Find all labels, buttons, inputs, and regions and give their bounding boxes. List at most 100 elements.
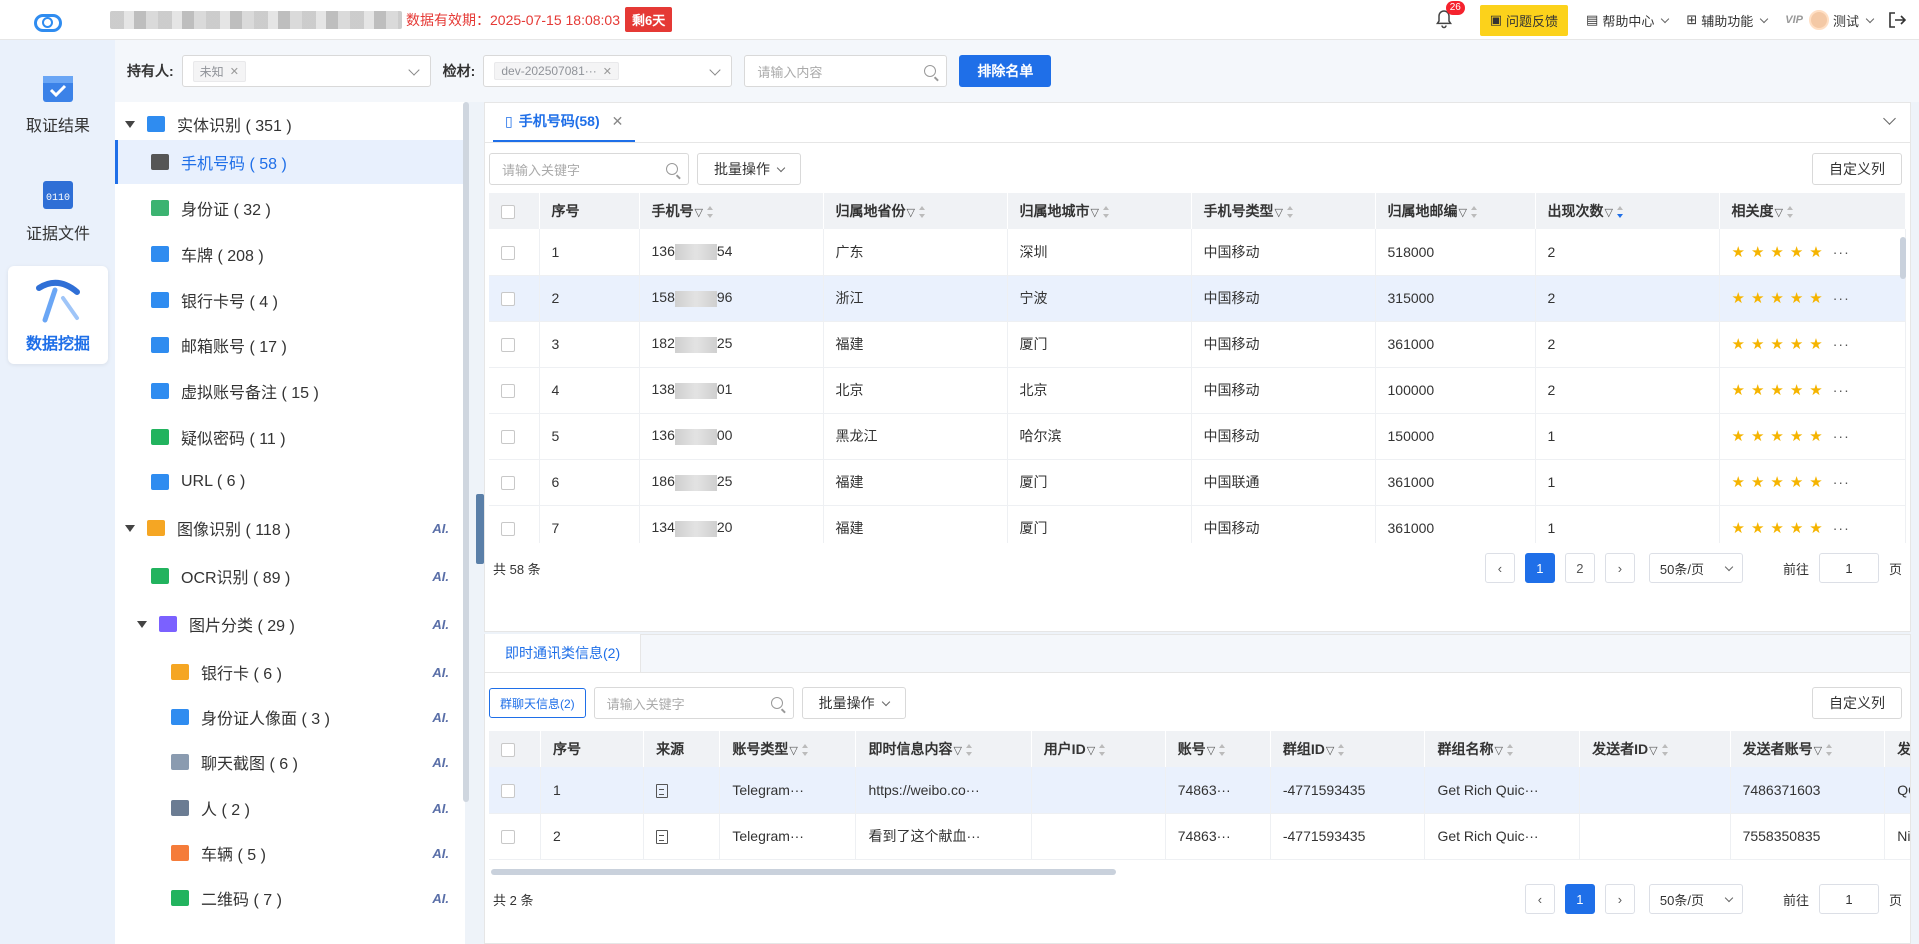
col-phone-type[interactable]: 手机号类型▽: [1191, 193, 1376, 229]
im-batch-operation-button[interactable]: 批量操作: [801, 687, 906, 719]
table-vertical-scrollbar[interactable]: [1900, 237, 1906, 279]
select-all-checkbox[interactable]: [489, 193, 540, 229]
tree-node[interactable]: 图片分类 ( 29 ) AI.: [115, 602, 465, 646]
col-phone[interactable]: 手机号▽: [639, 193, 824, 229]
page-size-select[interactable]: 50条/页: [1648, 553, 1743, 583]
col-account-type[interactable]: 账号类型▽: [719, 731, 857, 767]
more-icon[interactable]: ···: [1833, 474, 1850, 490]
search-icon[interactable]: [924, 65, 937, 77]
group-chat-button[interactable]: 群聊天信息(2): [489, 688, 586, 718]
col-account[interactable]: 账号▽: [1165, 731, 1271, 767]
feedback-button[interactable]: ▣ 问题反馈: [1479, 4, 1569, 36]
prev-page-button[interactable]: ‹: [1524, 884, 1555, 914]
row-checkbox[interactable]: [489, 275, 540, 322]
nav-data-mining[interactable]: 数据挖掘: [8, 266, 108, 364]
tree-node[interactable]: 邮箱账号 ( 17 ): [115, 323, 465, 367]
row-checkbox[interactable]: [489, 229, 540, 276]
batch-operation-button[interactable]: 批量操作: [697, 153, 801, 185]
tree-node[interactable]: 银行卡号 ( 4 ): [115, 278, 465, 322]
material-select[interactable]: dev-202507081··· ✕: [483, 55, 733, 87]
row-checkbox[interactable]: [489, 413, 540, 460]
tree-node[interactable]: 车牌 ( 208 ): [115, 232, 465, 276]
close-icon[interactable]: ✕: [612, 113, 624, 130]
tab-instant-messaging[interactable]: 即时通讯类信息(2): [485, 634, 642, 672]
col-city[interactable]: 归属地城市▽: [1007, 193, 1192, 229]
im-keyword-search-input[interactable]: 请输入关键字: [593, 687, 794, 719]
chevron-down-icon[interactable]: [1883, 112, 1896, 125]
col-sender-nick[interactable]: 发送者昵: [1884, 731, 1910, 767]
help-center-menu[interactable]: ▤ 帮助中心: [1586, 11, 1670, 30]
cell-source[interactable]: [643, 767, 721, 814]
tree-node[interactable]: 人 ( 2 ) AI.: [115, 786, 465, 830]
panel-splitter-handle[interactable]: [476, 494, 484, 564]
row-checkbox[interactable]: [489, 813, 542, 860]
table-row[interactable]: 5 136 00 黑龙江 哈尔滨 中国移动 150000 1 ★★★★★ ···: [489, 413, 1906, 460]
custom-columns-button[interactable]: 自定义列: [1812, 153, 1902, 185]
tree-node[interactable]: 图像识别 ( 118 ) AI.: [115, 506, 465, 550]
page-2-button[interactable]: 2: [1564, 553, 1595, 583]
page-size-select[interactable]: 50条/页: [1648, 884, 1743, 914]
tree-node[interactable]: 疑似密码 ( 11 ): [115, 415, 465, 459]
tree-node[interactable]: 银行卡 ( 6 ) AI.: [115, 650, 465, 694]
table-row[interactable]: 6 186 25 福建 厦门 中国联通 361000 1 ★★★★★ ···: [489, 459, 1906, 506]
cell-source[interactable]: [643, 813, 721, 860]
close-icon[interactable]: ✕: [603, 65, 612, 78]
tree-node[interactable]: 虚拟账号备注 ( 15 ): [115, 369, 465, 413]
next-page-button[interactable]: ›: [1604, 884, 1635, 914]
more-icon[interactable]: ···: [1833, 336, 1850, 352]
im-custom-columns-button[interactable]: 自定义列: [1812, 687, 1902, 719]
col-relevance[interactable]: 相关度▽: [1719, 193, 1906, 229]
row-checkbox[interactable]: [489, 505, 540, 543]
table-row[interactable]: 2 Telegram··· 看到了这个献血··· 74863··· -477159343…: [489, 813, 1910, 860]
tree-node[interactable]: OCR识别 ( 89 ) AI.: [115, 554, 465, 598]
assist-menu[interactable]: ⊞ 辅助功能: [1686, 11, 1769, 30]
holder-select[interactable]: 未知 ✕: [181, 55, 431, 87]
row-checkbox[interactable]: [489, 367, 540, 414]
tree-node[interactable]: 身份证人像面 ( 3 ) AI.: [115, 695, 465, 739]
table-row[interactable]: 1 136 54 广东 深圳 中国移动 518000 2 ★★★★★ ···: [489, 229, 1906, 276]
page-1-button[interactable]: 1: [1564, 884, 1595, 914]
table-row[interactable]: 2 158 96 浙江 宁波 中国移动 315000 2 ★★★★★ ···: [489, 275, 1906, 322]
col-sender-id[interactable]: 发送者ID▽: [1579, 731, 1731, 767]
caret-down-icon[interactable]: [137, 620, 147, 628]
table-row[interactable]: 4 138 01 北京 北京 中国移动 100000 2 ★★★★★ ···: [489, 367, 1906, 414]
goto-page-input[interactable]: 1: [1818, 553, 1879, 583]
table-horizontal-scrollbar[interactable]: [491, 869, 1116, 875]
search-icon[interactable]: [770, 697, 783, 709]
app-logo-icon[interactable]: [32, 10, 62, 32]
col-sender-account[interactable]: 发送者账号▽: [1730, 731, 1886, 767]
search-icon[interactable]: [666, 163, 678, 175]
nav-evidence-files[interactable]: 0110 证据文件: [8, 160, 108, 258]
select-all-checkbox[interactable]: [489, 731, 542, 767]
col-content[interactable]: 即时信息内容▽: [855, 731, 1032, 767]
table-row[interactable]: 1 Telegram··· https://weibo.co··· 74863··· -…: [489, 767, 1910, 814]
more-icon[interactable]: ···: [1833, 520, 1850, 536]
col-user-id[interactable]: 用户ID▽: [1031, 731, 1166, 767]
caret-down-icon[interactable]: [125, 524, 135, 532]
row-checkbox[interactable]: [489, 767, 542, 814]
tree-node[interactable]: 车辆 ( 5 ) AI.: [115, 831, 465, 875]
tree-node[interactable]: 二维码 ( 7 ) AI.: [115, 876, 465, 920]
nav-forensic-results[interactable]: 取证结果: [8, 52, 108, 150]
keyword-search-input[interactable]: 请输入关键字: [489, 153, 689, 185]
next-page-button[interactable]: ›: [1604, 553, 1635, 583]
col-group-name[interactable]: 群组名称▽: [1424, 731, 1581, 767]
col-group-id[interactable]: 群组ID▽: [1270, 731, 1426, 767]
tree-node[interactable]: 身份证 ( 32 ): [115, 186, 465, 230]
avatar[interactable]: [1808, 10, 1829, 30]
table-row[interactable]: 3 182 25 福建 厦门 中国移动 361000 2 ★★★★★ ···: [489, 321, 1906, 368]
content-search-input[interactable]: 请输入内容: [744, 55, 948, 87]
table-row[interactable]: 7 134 20 福建 厦门 中国移动 361000 1 ★★★★★ ···: [489, 505, 1906, 543]
tree-scrollbar[interactable]: [463, 102, 469, 802]
row-checkbox[interactable]: [489, 321, 540, 368]
page-1-button[interactable]: 1: [1524, 553, 1555, 583]
logout-icon[interactable]: [1887, 10, 1907, 30]
prev-page-button[interactable]: ‹: [1484, 553, 1515, 583]
notification-bell-icon[interactable]: 26: [1434, 1, 1465, 31]
col-province[interactable]: 归属地省份▽: [823, 193, 1008, 229]
user-menu[interactable]: 测试: [1833, 11, 1875, 30]
tab-phone-numbers[interactable]: ▯ 手机号码(58) ✕: [493, 102, 636, 142]
row-checkbox[interactable]: [489, 459, 540, 506]
more-icon[interactable]: ···: [1833, 428, 1850, 444]
goto-page-input[interactable]: 1: [1818, 884, 1879, 914]
